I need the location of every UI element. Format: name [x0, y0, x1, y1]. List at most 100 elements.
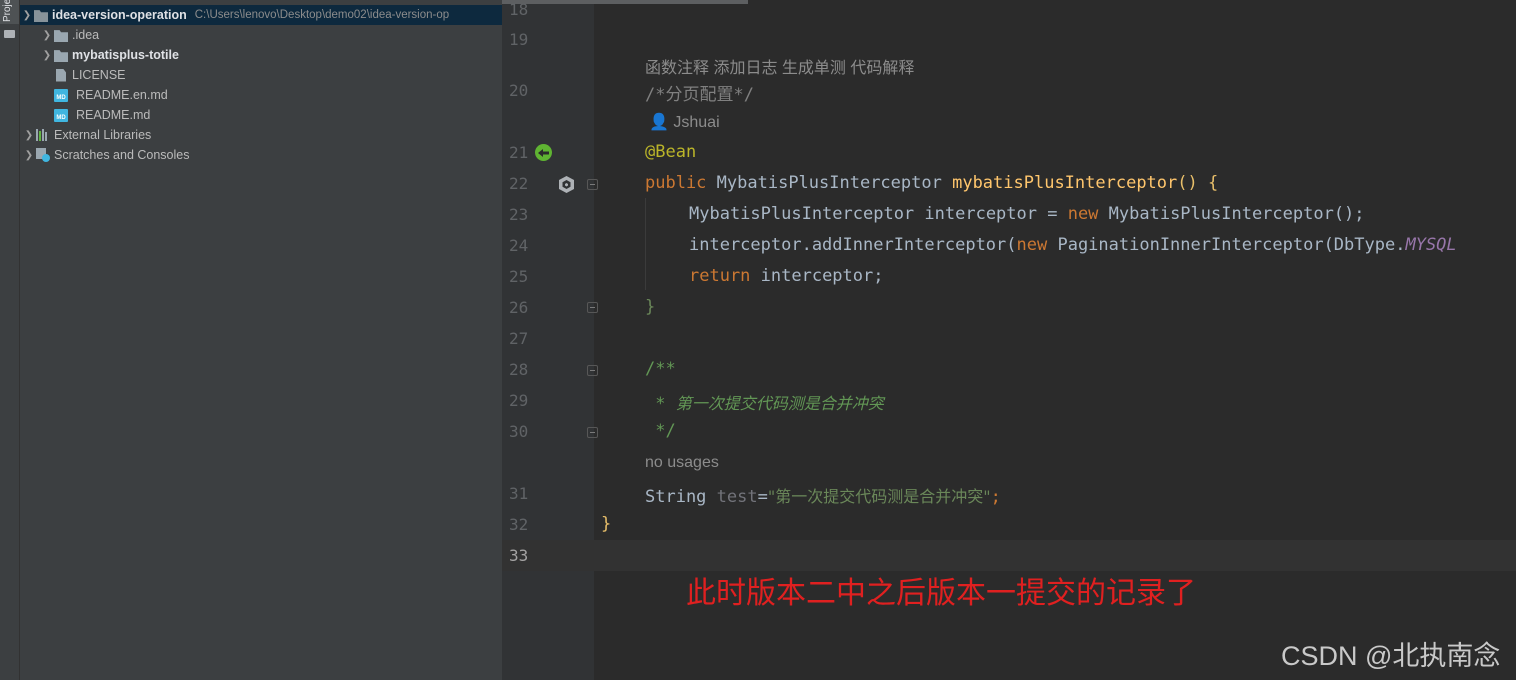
type-token: MybatisPlusInterceptor [716, 173, 942, 193]
chevron-right-icon[interactable]: ❯ [40, 30, 54, 41]
code-line-20[interactable]: /*分页配置*/ [645, 80, 754, 105]
string-token: "第一次提交代码测是合并冲突" [767, 487, 991, 506]
markdown-file-icon: MD [54, 88, 68, 102]
javadoc-token: * [645, 394, 676, 414]
code-token: interceptor; [750, 266, 884, 286]
line-number: 30 [509, 422, 529, 441]
javadoc-token: /** [645, 359, 676, 379]
scratches-icon [36, 148, 50, 162]
tool-window-stripe: Project [0, 0, 20, 680]
method-name-token: mybatisPlusInterceptor [952, 173, 1178, 193]
tree-item-readme[interactable]: MD README.md [20, 105, 502, 125]
code-line-21[interactable]: @Bean [645, 142, 696, 162]
tree-item-label: .idea [72, 28, 100, 42]
tree-item-external-libraries[interactable]: ❯ External Libraries [20, 125, 502, 145]
implementation-icon[interactable] [557, 175, 576, 194]
code-token: interceptor = [914, 204, 1068, 224]
line-number: 27 [509, 329, 529, 348]
project-tool-tab-label: Project [2, 0, 13, 22]
brace-token: } [601, 514, 612, 534]
tree-item-label: mybatisplus-totile [72, 48, 179, 62]
code-token: PaginationInnerInterceptor(DbType. [1047, 235, 1406, 255]
tree-root-path: C:\Users\lenovo\Desktop\demo02\idea-vers… [194, 9, 450, 21]
fold-toggle-icon[interactable] [587, 427, 598, 438]
annotation-token: @Bean [645, 142, 697, 162]
code-line-32[interactable]: } [601, 514, 611, 534]
brace-token: } [645, 297, 656, 317]
project-tree-panel: ❯ idea-version-operation C:\Users\lenovo… [20, 0, 502, 680]
tree-item-scratches[interactable]: ❯ Scratches and Consoles [20, 145, 502, 165]
watermark: CSDN @北执南念 [1281, 641, 1501, 671]
code-line-30[interactable]: */ [645, 421, 676, 441]
code-line-29[interactable]: * 第一次提交代码测是合并冲突 [645, 390, 884, 414]
field-token: MYSQL [1405, 235, 1457, 255]
code-line-23[interactable]: MybatisPlusInterceptor interceptor = new… [689, 204, 1365, 224]
javadoc-text: 第一次提交代码测是合并冲突 [675, 394, 884, 413]
chevron-right-icon[interactable]: ❯ [22, 150, 36, 161]
code-line-31[interactable]: String test="第一次提交代码测是合并冲突"; [645, 483, 1001, 507]
libraries-icon [36, 129, 50, 141]
tree-item-label: README.en.md [76, 88, 168, 102]
module-folder-icon [54, 50, 68, 62]
code-line-22[interactable]: public MybatisPlusInterceptor mybatisPlu… [645, 173, 1218, 193]
indent-guide [645, 198, 646, 290]
type-token: String [645, 487, 707, 507]
code-line-24[interactable]: interceptor.addInnerInterceptor(new Pagi… [689, 235, 1457, 255]
type-token: MybatisPlusInterceptor [689, 204, 915, 224]
tree-item-idea[interactable]: ❯ .idea [20, 25, 502, 45]
author-name: Jshuai [673, 114, 720, 131]
keyword-token: new [1067, 204, 1099, 224]
code-line-26[interactable]: } [645, 297, 655, 317]
line-number: 18 [509, 0, 529, 19]
line-number: 19 [509, 30, 529, 49]
line-number: 32 [509, 515, 529, 534]
chevron-right-icon[interactable]: ❯ [40, 50, 54, 61]
line-number: 23 [509, 205, 529, 224]
tree-item-label: README.md [76, 108, 151, 122]
keyword-token: public [645, 173, 707, 193]
line-number: 33 [509, 546, 529, 565]
line-number: 26 [509, 298, 529, 317]
javadoc-token: */ [645, 421, 676, 441]
markdown-file-icon: MD [54, 108, 68, 122]
chevron-right-icon[interactable]: ❯ [22, 130, 36, 141]
line-number: 25 [509, 267, 529, 286]
spring-bean-icon[interactable] [534, 143, 553, 162]
tree-item-license[interactable]: LICENSE [20, 65, 502, 85]
current-line-highlight [502, 540, 1516, 571]
code-line-28[interactable]: /** [645, 359, 676, 379]
line-number: 24 [509, 236, 529, 255]
line-number: 31 [509, 484, 529, 503]
keyword-token: new [1016, 235, 1048, 255]
tree-item-readme-en[interactable]: MD README.en.md [20, 85, 502, 105]
code-token: ; [990, 487, 1001, 507]
tree-item-label: External Libraries [54, 128, 152, 142]
chevron-down-icon[interactable]: ❯ [20, 10, 34, 21]
author-hint[interactable]: 👤 Jshuai [649, 112, 720, 132]
code-token: = [757, 487, 768, 507]
code-line-25[interactable]: return interceptor; [689, 266, 883, 286]
fold-toggle-icon[interactable] [587, 179, 598, 190]
code-token: () { [1177, 173, 1219, 193]
fold-toggle-icon[interactable] [587, 365, 598, 376]
line-number: 28 [509, 360, 529, 379]
annotation-caption: 此时版本二中之后版本一提交的记录了 [686, 576, 1196, 611]
tree-root-label: idea-version-operation [52, 8, 187, 22]
comment-token: /*分页配置*/ [645, 85, 754, 105]
code-token: MybatisPlusInterceptor(); [1098, 204, 1365, 224]
usages-hint[interactable]: no usages [645, 454, 719, 472]
user-icon: 👤 [649, 114, 669, 131]
fold-toggle-icon[interactable] [587, 302, 598, 313]
text-file-icon [56, 68, 66, 82]
tree-root-item[interactable]: ❯ idea-version-operation C:\Users\lenovo… [20, 5, 502, 25]
ai-actions-hint[interactable]: 函数注释 添加日志 生成单测 代码解释 [645, 54, 914, 78]
line-number: 22 [509, 174, 529, 193]
folder-icon [4, 30, 15, 38]
tree-item-label: Scratches and Consoles [54, 148, 190, 162]
project-tool-tab[interactable]: Project [0, 0, 19, 24]
keyword-token: return [689, 266, 751, 286]
line-number: 20 [509, 81, 529, 100]
module-folder-icon [34, 10, 48, 22]
folder-icon [54, 30, 68, 42]
tree-item-mybatisplus-totile[interactable]: ❯ mybatisplus-totile [20, 45, 502, 65]
